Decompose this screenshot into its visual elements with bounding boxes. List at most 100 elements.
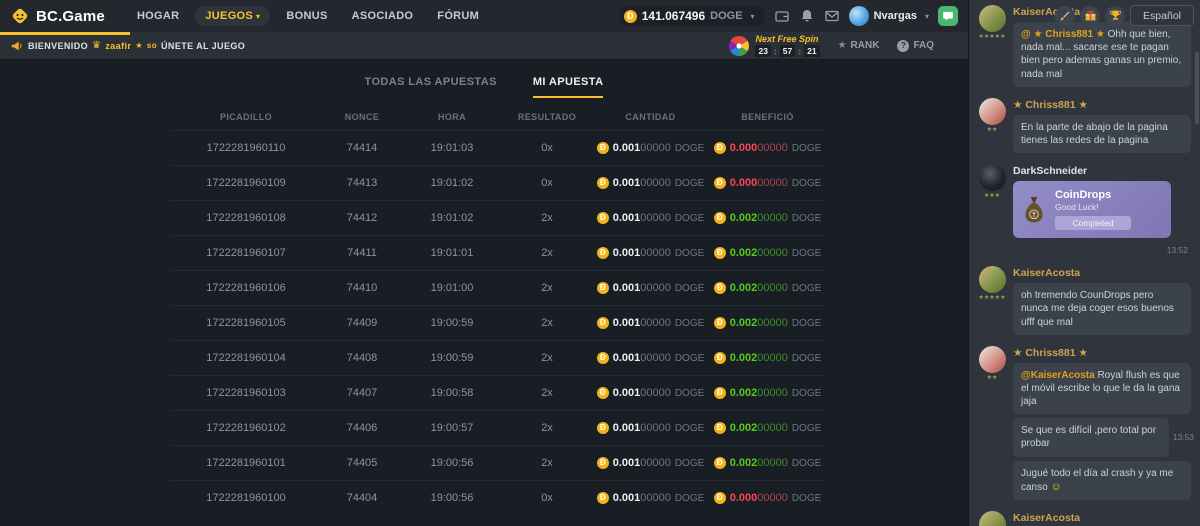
bet-row[interactable]: 1722281960104 74408 19:00:59 2x Ð 0.0010… xyxy=(170,340,826,375)
nav-item-bonus[interactable]: BONUS xyxy=(278,6,335,26)
bet-row[interactable]: 1722281960106 74410 19:01:00 2x Ð 0.0010… xyxy=(170,270,826,305)
nav-item-juegos[interactable]: JUEGOS▾ xyxy=(195,6,270,26)
bet-row[interactable]: 1722281960110 74414 19:01:03 0x Ð 0.0010… xyxy=(170,130,826,165)
faq-button[interactable]: ? FAQ xyxy=(897,40,934,52)
avatar[interactable] xyxy=(979,266,1006,293)
bet-time: 19:00:56 xyxy=(402,457,502,469)
bet-row[interactable]: 1722281960107 74411 19:01:01 2x Ð 0.0010… xyxy=(170,235,826,270)
bet-profit: Ð 0.00200000 DOGE xyxy=(709,247,826,259)
chat-username[interactable]: KaiserAcosta xyxy=(1013,267,1194,279)
avatar[interactable] xyxy=(979,98,1006,125)
welcome-username[interactable]: zaafir xyxy=(105,41,131,51)
bet-amount: Ð 0.00100000 DOGE xyxy=(592,387,709,399)
bet-row[interactable]: 1722281960102 74406 19:00:57 2x Ð 0.0010… xyxy=(170,410,826,445)
bet-time: 19:01:01 xyxy=(402,247,502,259)
bet-result: 2x xyxy=(502,387,592,399)
doge-coin-icon: Ð xyxy=(597,282,609,294)
chat-message-user-column: ★★ xyxy=(977,98,1007,153)
bet-result: 2x xyxy=(502,422,592,434)
balance-selector[interactable]: Ð 141.067496 DOGE ▾ xyxy=(619,6,765,26)
currency-label: DOGE xyxy=(792,458,821,469)
chat-message: ★★★ DarkSchneider CoinDrops Good Luck! C… xyxy=(977,164,1194,255)
doge-coin-icon: Ð xyxy=(714,247,726,259)
nav-item-fórum[interactable]: FÓRUM xyxy=(429,6,487,26)
bet-result: 0x xyxy=(502,142,592,154)
nav-item-hogar[interactable]: HOGAR xyxy=(129,6,187,26)
bet-profit: Ð 0.00200000 DOGE xyxy=(709,352,826,364)
mention-link[interactable]: @ ★ Chriss881 ★ xyxy=(1021,29,1105,40)
chat-scrollbar[interactable] xyxy=(1195,52,1199,124)
bet-hash: 1722281960104 xyxy=(170,352,322,364)
doge-coin-icon: Ð xyxy=(714,422,726,434)
megaphone-icon xyxy=(10,39,24,53)
bet-time: 19:00:59 xyxy=(402,352,502,364)
bet-result: 2x xyxy=(502,317,592,329)
bet-amount: Ð 0.00100000 DOGE xyxy=(592,317,709,329)
coindrop-card[interactable]: CoinDrops Good Luck! Completed xyxy=(1013,181,1171,238)
chat-bubble: En la parte de abajo de la pagina tienes… xyxy=(1013,115,1191,153)
language-button[interactable]: Español xyxy=(1130,5,1194,26)
top-navbar: BC.Game HOGAR JUEGOS▾ BONUS ASOCIADO FÓRUM Ð… xyxy=(0,0,968,32)
user-menu[interactable]: Nvargas ▾ xyxy=(849,6,929,26)
bet-profit: Ð 0.00200000 DOGE xyxy=(709,457,826,469)
chat-bubble: Se que es difícil ,pero total por probar xyxy=(1013,418,1169,456)
tab-mi-apuesta[interactable]: MI APUESTA xyxy=(533,76,604,98)
nav-item-asociado[interactable]: ASOCIADO xyxy=(344,6,422,26)
bet-nonce: 74405 xyxy=(322,457,402,469)
currency-label: DOGE xyxy=(792,423,821,434)
tab-todas-las-apuestas[interactable]: TODAS LAS APUESTAS xyxy=(365,76,497,98)
column-header-4: CANTIDAD xyxy=(592,112,709,122)
bet-row[interactable]: 1722281960103 74407 19:00:58 2x Ð 0.0010… xyxy=(170,375,826,410)
moneybag-icon xyxy=(1021,195,1047,225)
chat-message-user-column: ★★★★★ xyxy=(977,511,1007,526)
currency-label: DOGE xyxy=(792,493,821,504)
bet-nonce: 74413 xyxy=(322,177,402,189)
mention-link[interactable]: @KaiserAcosta xyxy=(1021,370,1095,381)
bet-time: 19:00:58 xyxy=(402,387,502,399)
bet-hash: 1722281960107 xyxy=(170,247,322,259)
chat-bubble: @KaiserAcosta Royal flush es que el móvi… xyxy=(1013,363,1191,415)
currency-label: DOGE xyxy=(792,143,821,154)
gift-icon[interactable] xyxy=(1080,6,1100,26)
bet-result: 2x xyxy=(502,352,592,364)
bet-row[interactable]: 1722281960100 74404 19:00:56 0x Ð 0.0010… xyxy=(170,480,826,515)
bet-time: 19:00:57 xyxy=(402,422,502,434)
timer-minutes: 57 xyxy=(780,45,795,57)
coindrop-completed-button[interactable]: Completed xyxy=(1055,216,1131,230)
currency-label: DOGE xyxy=(675,178,704,189)
trophy-icon[interactable] xyxy=(1105,6,1125,26)
doge-coin-icon: Ð xyxy=(597,317,609,329)
chat-username[interactable]: ★ Chriss881 ★ xyxy=(1013,99,1194,111)
chat-username[interactable]: DarkSchneider xyxy=(1013,165,1194,177)
bet-amount: Ð 0.00100000 DOGE xyxy=(592,142,709,154)
bet-amount: Ð 0.00100000 DOGE xyxy=(592,352,709,364)
bet-row[interactable]: 1722281960101 74405 19:00:56 2x Ð 0.0010… xyxy=(170,445,826,480)
doge-coin-icon: Ð xyxy=(714,317,726,329)
chevron-down-icon: ▾ xyxy=(751,12,755,21)
chat-toggle-button[interactable] xyxy=(938,6,958,26)
chat-message-user-column: ★★ xyxy=(977,346,1007,501)
brush-icon[interactable] xyxy=(1055,6,1075,26)
mail-icon[interactable] xyxy=(824,8,840,24)
chat-actions: Español xyxy=(1055,5,1194,26)
wallet-icon[interactable] xyxy=(774,8,790,24)
navbar-right: Ð 141.067496 DOGE ▾ Nvargas ▾ xyxy=(619,6,958,26)
free-spin-widget[interactable]: Next Free Spin 23 : 57 : 21 xyxy=(729,34,819,57)
logo[interactable]: BC.Game xyxy=(10,6,105,26)
rank-button[interactable]: ★ RANK xyxy=(838,40,880,51)
bell-icon[interactable] xyxy=(799,8,815,24)
avatar[interactable] xyxy=(979,5,1006,32)
avatar[interactable] xyxy=(979,511,1006,526)
logo-gem-icon xyxy=(10,6,30,26)
chat-message: ★★★★★ KaiserAcosta @ ★ Chriss881 ★ Jajaj… xyxy=(977,511,1194,526)
bet-row[interactable]: 1722281960109 74413 19:01:02 0x Ð 0.0010… xyxy=(170,165,826,200)
avatar[interactable] xyxy=(979,164,1006,191)
bet-nonce: 74414 xyxy=(322,142,402,154)
bet-amount: Ð 0.00100000 DOGE xyxy=(592,422,709,434)
chat-username[interactable]: ★ Chriss881 ★ xyxy=(1013,347,1194,359)
bet-row[interactable]: 1722281960105 74409 19:00:59 2x Ð 0.0010… xyxy=(170,305,826,340)
chat-username[interactable]: KaiserAcosta xyxy=(1013,512,1194,524)
bet-row[interactable]: 1722281960108 74412 19:01:02 2x Ð 0.0010… xyxy=(170,200,826,235)
currency-label: DOGE xyxy=(675,353,704,364)
avatar[interactable] xyxy=(979,346,1006,373)
